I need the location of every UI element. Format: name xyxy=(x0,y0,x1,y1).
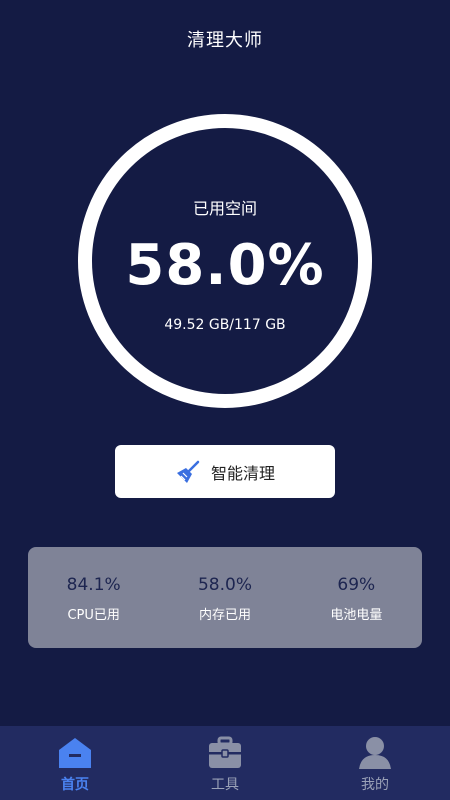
stat-cpu: 84.1% CPU已用 xyxy=(28,547,159,648)
stat-label: 电池电量 xyxy=(330,608,383,623)
stats-panel: 84.1% CPU已用 58.0% 内存已用 69% 电池电量 xyxy=(28,547,422,648)
app-title: 清理大师 xyxy=(187,30,263,51)
stat-value: 84.1% xyxy=(66,575,121,595)
smart-clean-button[interactable]: 智能清理 xyxy=(115,445,335,498)
tab-mine[interactable]: 我的 xyxy=(300,726,450,800)
stat-memory: 58.0% 内存已用 xyxy=(159,547,290,648)
home-icon xyxy=(59,738,91,768)
tab-tools[interactable]: 工具 xyxy=(150,726,300,800)
storage-label: 已用空间 xyxy=(192,199,257,218)
stat-value: 69% xyxy=(337,575,376,595)
user-icon xyxy=(359,737,391,769)
tab-label: 首页 xyxy=(61,777,89,793)
smart-clean-label: 智能清理 xyxy=(210,463,275,483)
stat-label: 内存已用 xyxy=(198,608,251,623)
broom-icon xyxy=(175,459,201,485)
stat-label: CPU已用 xyxy=(67,608,120,623)
bottom-tab-bar: 首页 工具 我的 xyxy=(0,726,450,800)
briefcase-icon xyxy=(209,736,241,768)
tab-home[interactable]: 首页 xyxy=(0,726,150,800)
tab-label: 工具 xyxy=(211,777,239,793)
storage-gauge: 已用空间 58.0% 49.52 GB/117 GB xyxy=(77,113,373,409)
stat-battery: 69% 电池电量 xyxy=(291,547,422,648)
storage-detail: 49.52 GB/117 GB xyxy=(164,317,286,333)
storage-percent: 58.0% xyxy=(125,233,325,298)
stat-value: 58.0% xyxy=(197,575,252,595)
tab-label: 我的 xyxy=(361,777,389,793)
